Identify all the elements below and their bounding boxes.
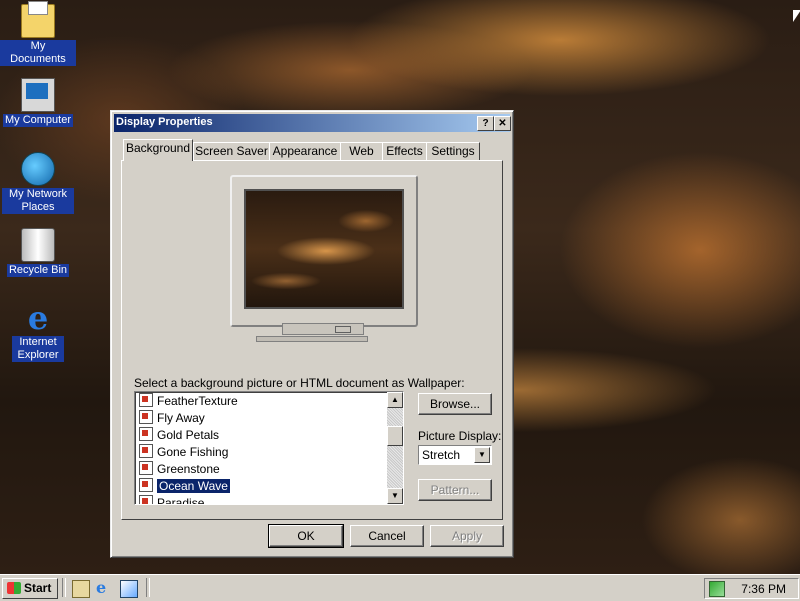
- desktop-icon-label: Internet Explorer: [12, 336, 64, 362]
- wallpaper-list[interactable]: FeatherTexture Fly Away Gold Petals Gone…: [134, 391, 404, 505]
- my-computer-icon: [21, 78, 55, 112]
- start-button[interactable]: Start: [2, 578, 58, 599]
- picture-display-value: Stretch: [422, 448, 461, 462]
- picture-display-label: Picture Display:: [418, 429, 502, 443]
- list-item[interactable]: Paradise: [139, 495, 204, 504]
- scroll-up-icon[interactable]: ▲: [387, 392, 403, 408]
- close-button[interactable]: ✕: [494, 116, 511, 131]
- background-tab-panel: Select a background picture or HTML docu…: [121, 160, 503, 520]
- taskbar-separator: [146, 578, 150, 597]
- taskbar: Start e 7:36 PM: [0, 574, 800, 601]
- list-item-selected[interactable]: Ocean Wave: [139, 478, 230, 494]
- apply-button[interactable]: Apply: [430, 525, 504, 547]
- desktop-icon-network-places[interactable]: My Network Places: [0, 152, 76, 214]
- list-item[interactable]: FeatherTexture: [139, 393, 238, 409]
- mouse-cursor-icon: [793, 10, 800, 22]
- tab-settings[interactable]: Settings: [426, 142, 480, 160]
- ok-button[interactable]: OK: [268, 524, 344, 548]
- network-tray-icon[interactable]: [709, 581, 725, 597]
- my-documents-icon: [21, 1, 55, 38]
- monitor-base: [282, 323, 364, 335]
- tab-background[interactable]: Background: [123, 139, 193, 161]
- list-item[interactable]: Greenstone: [139, 461, 220, 477]
- wallpaper-prompt: Select a background picture or HTML docu…: [134, 376, 465, 390]
- tab-appearance[interactable]: Appearance: [269, 142, 341, 160]
- wallpaper-file-icon: [139, 444, 153, 458]
- show-desktop-icon[interactable]: [72, 580, 90, 598]
- tab-effects[interactable]: Effects: [382, 142, 427, 160]
- browse-button[interactable]: Browse...: [418, 393, 492, 415]
- network-places-icon: [21, 152, 55, 186]
- tab-screen-saver[interactable]: Screen Saver: [193, 142, 270, 160]
- picture-display-select[interactable]: Stretch ▼: [418, 445, 492, 465]
- windows-logo-icon: [7, 582, 21, 594]
- desktop-icon-my-documents[interactable]: My Documents: [0, 1, 76, 66]
- desktop-icon-label: My Network Places: [2, 188, 74, 214]
- system-tray: 7:36 PM: [704, 578, 799, 599]
- desktop-icon-label: Recycle Bin: [6, 264, 70, 277]
- tab-web[interactable]: Web: [340, 142, 383, 160]
- list-item[interactable]: Fly Away: [139, 410, 205, 426]
- monitor-foot: [256, 336, 368, 342]
- internet-explorer-icon: e: [27, 299, 49, 337]
- help-button[interactable]: ?: [477, 116, 494, 131]
- wallpaper-file-icon: [139, 427, 153, 441]
- recycle-bin-icon: [21, 228, 55, 262]
- desktop-icon-internet-explorer[interactable]: e Internet Explorer: [0, 302, 76, 362]
- list-item[interactable]: Gone Fishing: [139, 444, 228, 460]
- list-scrollbar[interactable]: ▲ ▼: [387, 392, 403, 504]
- start-label: Start: [24, 581, 52, 595]
- wallpaper-file-icon: [139, 393, 153, 407]
- wallpaper-preview: [244, 189, 404, 309]
- pattern-button[interactable]: Pattern...: [418, 479, 492, 501]
- display-properties-dialog: Display Properties ? ✕ Background Screen…: [110, 110, 514, 558]
- chevron-down-icon[interactable]: ▼: [474, 447, 490, 463]
- monitor-power-icon: [335, 326, 351, 333]
- monitor-preview: [230, 175, 418, 327]
- desktop-icon-recycle-bin[interactable]: Recycle Bin: [0, 228, 76, 277]
- clock[interactable]: 7:36 PM: [741, 582, 786, 596]
- scroll-thumb[interactable]: [387, 426, 403, 446]
- wallpaper-file-icon: [139, 478, 153, 492]
- wallpaper-file-icon: [139, 495, 153, 504]
- wallpaper-file-icon: [139, 461, 153, 475]
- taskbar-separator: [62, 578, 66, 597]
- list-item[interactable]: Gold Petals: [139, 427, 219, 443]
- scroll-down-icon[interactable]: ▼: [387, 488, 403, 504]
- cancel-button[interactable]: Cancel: [350, 525, 424, 547]
- title-bar[interactable]: Display Properties ? ✕: [114, 114, 511, 132]
- desktop-icon-my-computer[interactable]: My Computer: [0, 78, 76, 127]
- wallpaper-file-icon: [139, 410, 153, 424]
- desktop-icon-label: My Documents: [0, 40, 76, 66]
- internet-explorer-icon[interactable]: e: [96, 580, 112, 596]
- outlook-express-icon[interactable]: [120, 580, 138, 598]
- desktop-icon-label: My Computer: [2, 114, 74, 127]
- dialog-title: Display Properties: [116, 116, 213, 128]
